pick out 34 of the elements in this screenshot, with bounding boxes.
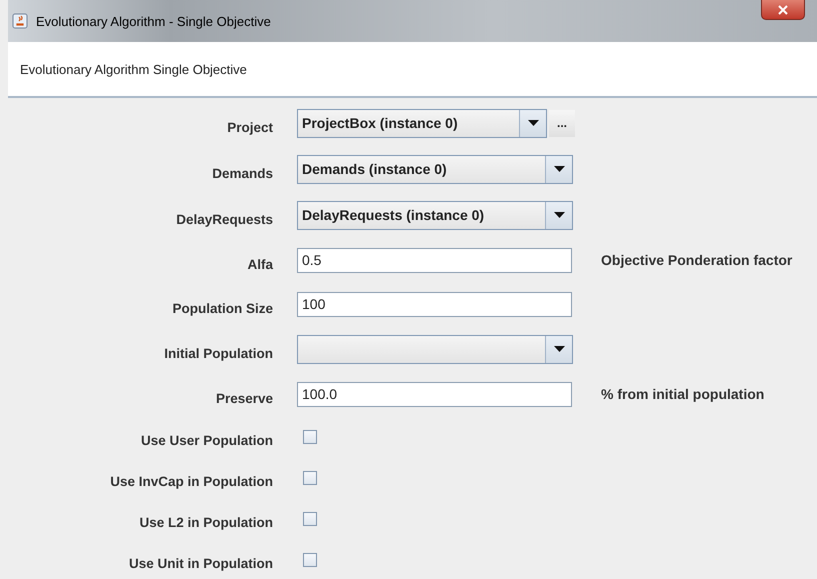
field-label: Alfa (246, 256, 273, 272)
browse-button[interactable]: ... (549, 110, 575, 136)
field-label: Use User Population (140, 432, 273, 448)
text-field[interactable]: 0.5 (297, 248, 572, 272)
field-label: Initial Population (163, 344, 273, 360)
close-button[interactable] (761, 0, 805, 20)
field-label: Demands (211, 164, 273, 180)
dropdown[interactable]: ProjectBox (instance 0) (297, 108, 547, 138)
field-hint: % from initial population (601, 386, 764, 402)
caret-down-icon (554, 212, 564, 218)
field-label: Preserve (214, 390, 273, 406)
java-cup-icon (12, 13, 28, 29)
checkbox[interactable] (303, 512, 317, 526)
header-text: Evolutionary Algorithm Single Objective (20, 62, 247, 76)
close-icon (778, 4, 788, 14)
field-label: Project (226, 118, 273, 134)
caret-down-icon (554, 166, 564, 172)
field-label: DelayRequests (175, 210, 273, 226)
checkbox[interactable] (303, 430, 317, 444)
checkbox[interactable] (303, 470, 317, 484)
field-hint: Objective Ponderation factor (601, 252, 792, 268)
field-label: Use Unit in Population (128, 555, 273, 571)
dropdown[interactable] (297, 334, 573, 364)
field-label: Population Size (171, 300, 273, 316)
text-field[interactable]: 100 (297, 292, 572, 316)
dropdown[interactable]: DelayRequests (instance 0) (297, 200, 573, 230)
text-field[interactable]: 100.0 (297, 382, 572, 406)
dropdown[interactable]: Demands (instance 0) (297, 154, 573, 184)
field-label: Use InvCap in Population (109, 473, 273, 489)
window-title: Evolutionary Algorithm - Single Objective (36, 14, 271, 28)
caret-down-icon (554, 346, 564, 352)
checkbox[interactable] (303, 552, 317, 566)
field-label: Use L2 in Population (138, 514, 273, 530)
caret-down-icon (528, 120, 538, 126)
